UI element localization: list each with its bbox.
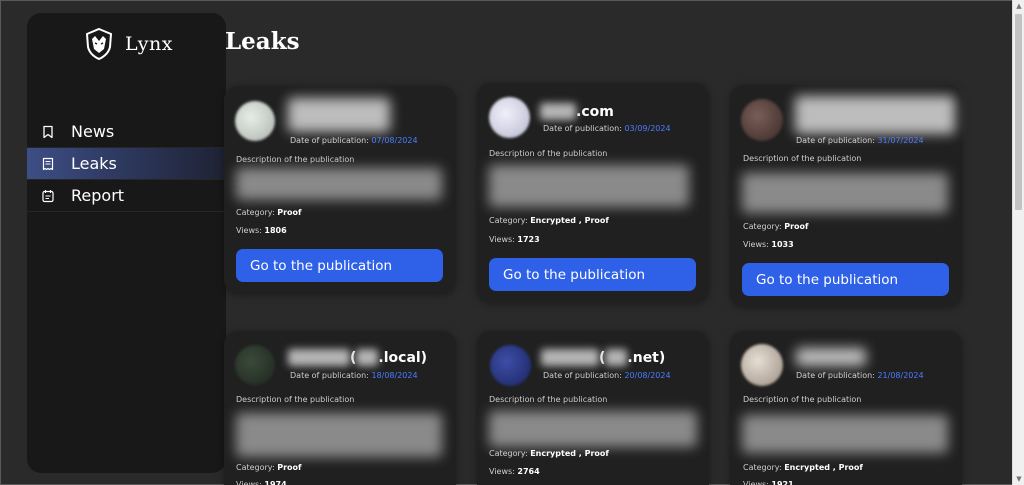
brand-name: Lynx — [125, 33, 173, 55]
page-scrollbar[interactable]: ▲ ▼ — [1012, 0, 1024, 485]
go-to-publication-button[interactable]: Go to the publication — [489, 258, 696, 291]
bookmark-icon — [43, 125, 53, 138]
avatar — [489, 97, 530, 138]
redacted-domain — [605, 349, 628, 366]
description-label: Description of the publication — [489, 149, 608, 158]
description-label: Description of the publication — [743, 154, 862, 163]
calendar-icon — [42, 189, 54, 202]
redacted-description — [742, 415, 948, 453]
receipt-icon — [42, 157, 54, 170]
lynx-logo-icon — [85, 27, 113, 61]
publication-date: Date of publication: 21/08/2024 — [796, 371, 924, 380]
description-label: Description of the publication — [743, 395, 862, 404]
scroll-down-icon[interactable]: ▼ — [1015, 475, 1023, 483]
redacted-name — [540, 103, 576, 120]
publication-date: Date of publication: 03/09/2024 — [543, 124, 671, 133]
sidebar-item-label: Report — [71, 186, 125, 205]
sidebar-item-label: News — [71, 122, 115, 141]
go-to-publication-button[interactable]: Go to the publication — [742, 263, 949, 296]
category: Category: Proof — [743, 222, 809, 231]
avatar — [741, 344, 783, 386]
go-to-publication-button[interactable]: Go to the publication — [236, 249, 443, 282]
avatar — [490, 345, 531, 386]
scroll-thumb[interactable] — [1015, 14, 1022, 210]
publication-date: Date of publication: 20/08/2024 — [543, 371, 671, 380]
sidebar-item-report[interactable]: Report — [27, 180, 226, 212]
sidebar-item-leaks[interactable]: Leaks — [27, 148, 226, 180]
redacted-description — [236, 168, 442, 200]
views: Views: 1723 — [489, 235, 540, 244]
leak-title: ( .local) — [288, 349, 427, 366]
description-label: Description of the publication — [236, 155, 355, 164]
category: Category: Encrypted , Proof — [489, 216, 609, 225]
description-label: Description of the publication — [489, 395, 608, 404]
redacted-description — [742, 173, 948, 213]
sidebar-item-news[interactable]: News — [27, 116, 226, 148]
category: Category: Proof — [236, 463, 302, 472]
views: Views: 1033 — [743, 240, 794, 249]
views: Views: 1921 — [743, 480, 794, 485]
publication-date: Date of publication: 18/08/2024 — [290, 371, 418, 380]
category: Category: Encrypted , Proof — [743, 463, 863, 472]
redacted-name — [795, 96, 955, 134]
leak-card: .com Date of publication: 03/09/2024 Des… — [477, 83, 709, 303]
category: Category: Proof — [236, 208, 302, 217]
brand-logo[interactable]: Lynx — [83, 27, 173, 61]
leak-card: ( .local) Date of publication: 18/08/202… — [224, 331, 456, 485]
views: Views: 2764 — [489, 467, 540, 476]
views: Views: 1806 — [236, 226, 287, 235]
sidebar-item-label: Leaks — [71, 154, 117, 173]
sidebar-nav: News Leaks Report — [27, 116, 226, 212]
leak-card: ( .net) Date of publication: 20/08/2024 … — [477, 331, 709, 485]
description-label: Description of the publication — [236, 395, 355, 404]
leak-card: Date of publication: 07/08/2024 Descript… — [224, 86, 456, 294]
leak-title: ( .net) — [541, 349, 665, 366]
scroll-up-icon[interactable]: ▲ — [1015, 2, 1023, 10]
page-title: Leaks — [225, 28, 300, 55]
redacted-description — [236, 413, 442, 457]
leak-card: Date of publication: 31/07/2024 Descript… — [730, 85, 962, 307]
publication-date: Date of publication: 07/08/2024 — [290, 136, 418, 145]
redacted-description — [489, 165, 689, 207]
views: Views: 1974 — [236, 480, 287, 485]
redacted-name — [541, 349, 599, 366]
avatar — [235, 345, 275, 385]
avatar — [235, 101, 275, 141]
avatar — [741, 99, 783, 141]
category: Category: Encrypted , Proof — [489, 449, 609, 458]
redacted-description — [489, 411, 697, 447]
sidebar: Lynx News Leaks Report — [27, 13, 226, 473]
leak-card: Date of publication: 21/08/2024 Descript… — [730, 331, 962, 485]
publication-date: Date of publication: 31/07/2024 — [796, 136, 924, 145]
redacted-name — [796, 348, 866, 366]
redacted-domain — [356, 349, 379, 366]
redacted-name — [288, 349, 350, 366]
redacted-name — [288, 98, 390, 132]
leak-title: .com — [540, 103, 614, 120]
